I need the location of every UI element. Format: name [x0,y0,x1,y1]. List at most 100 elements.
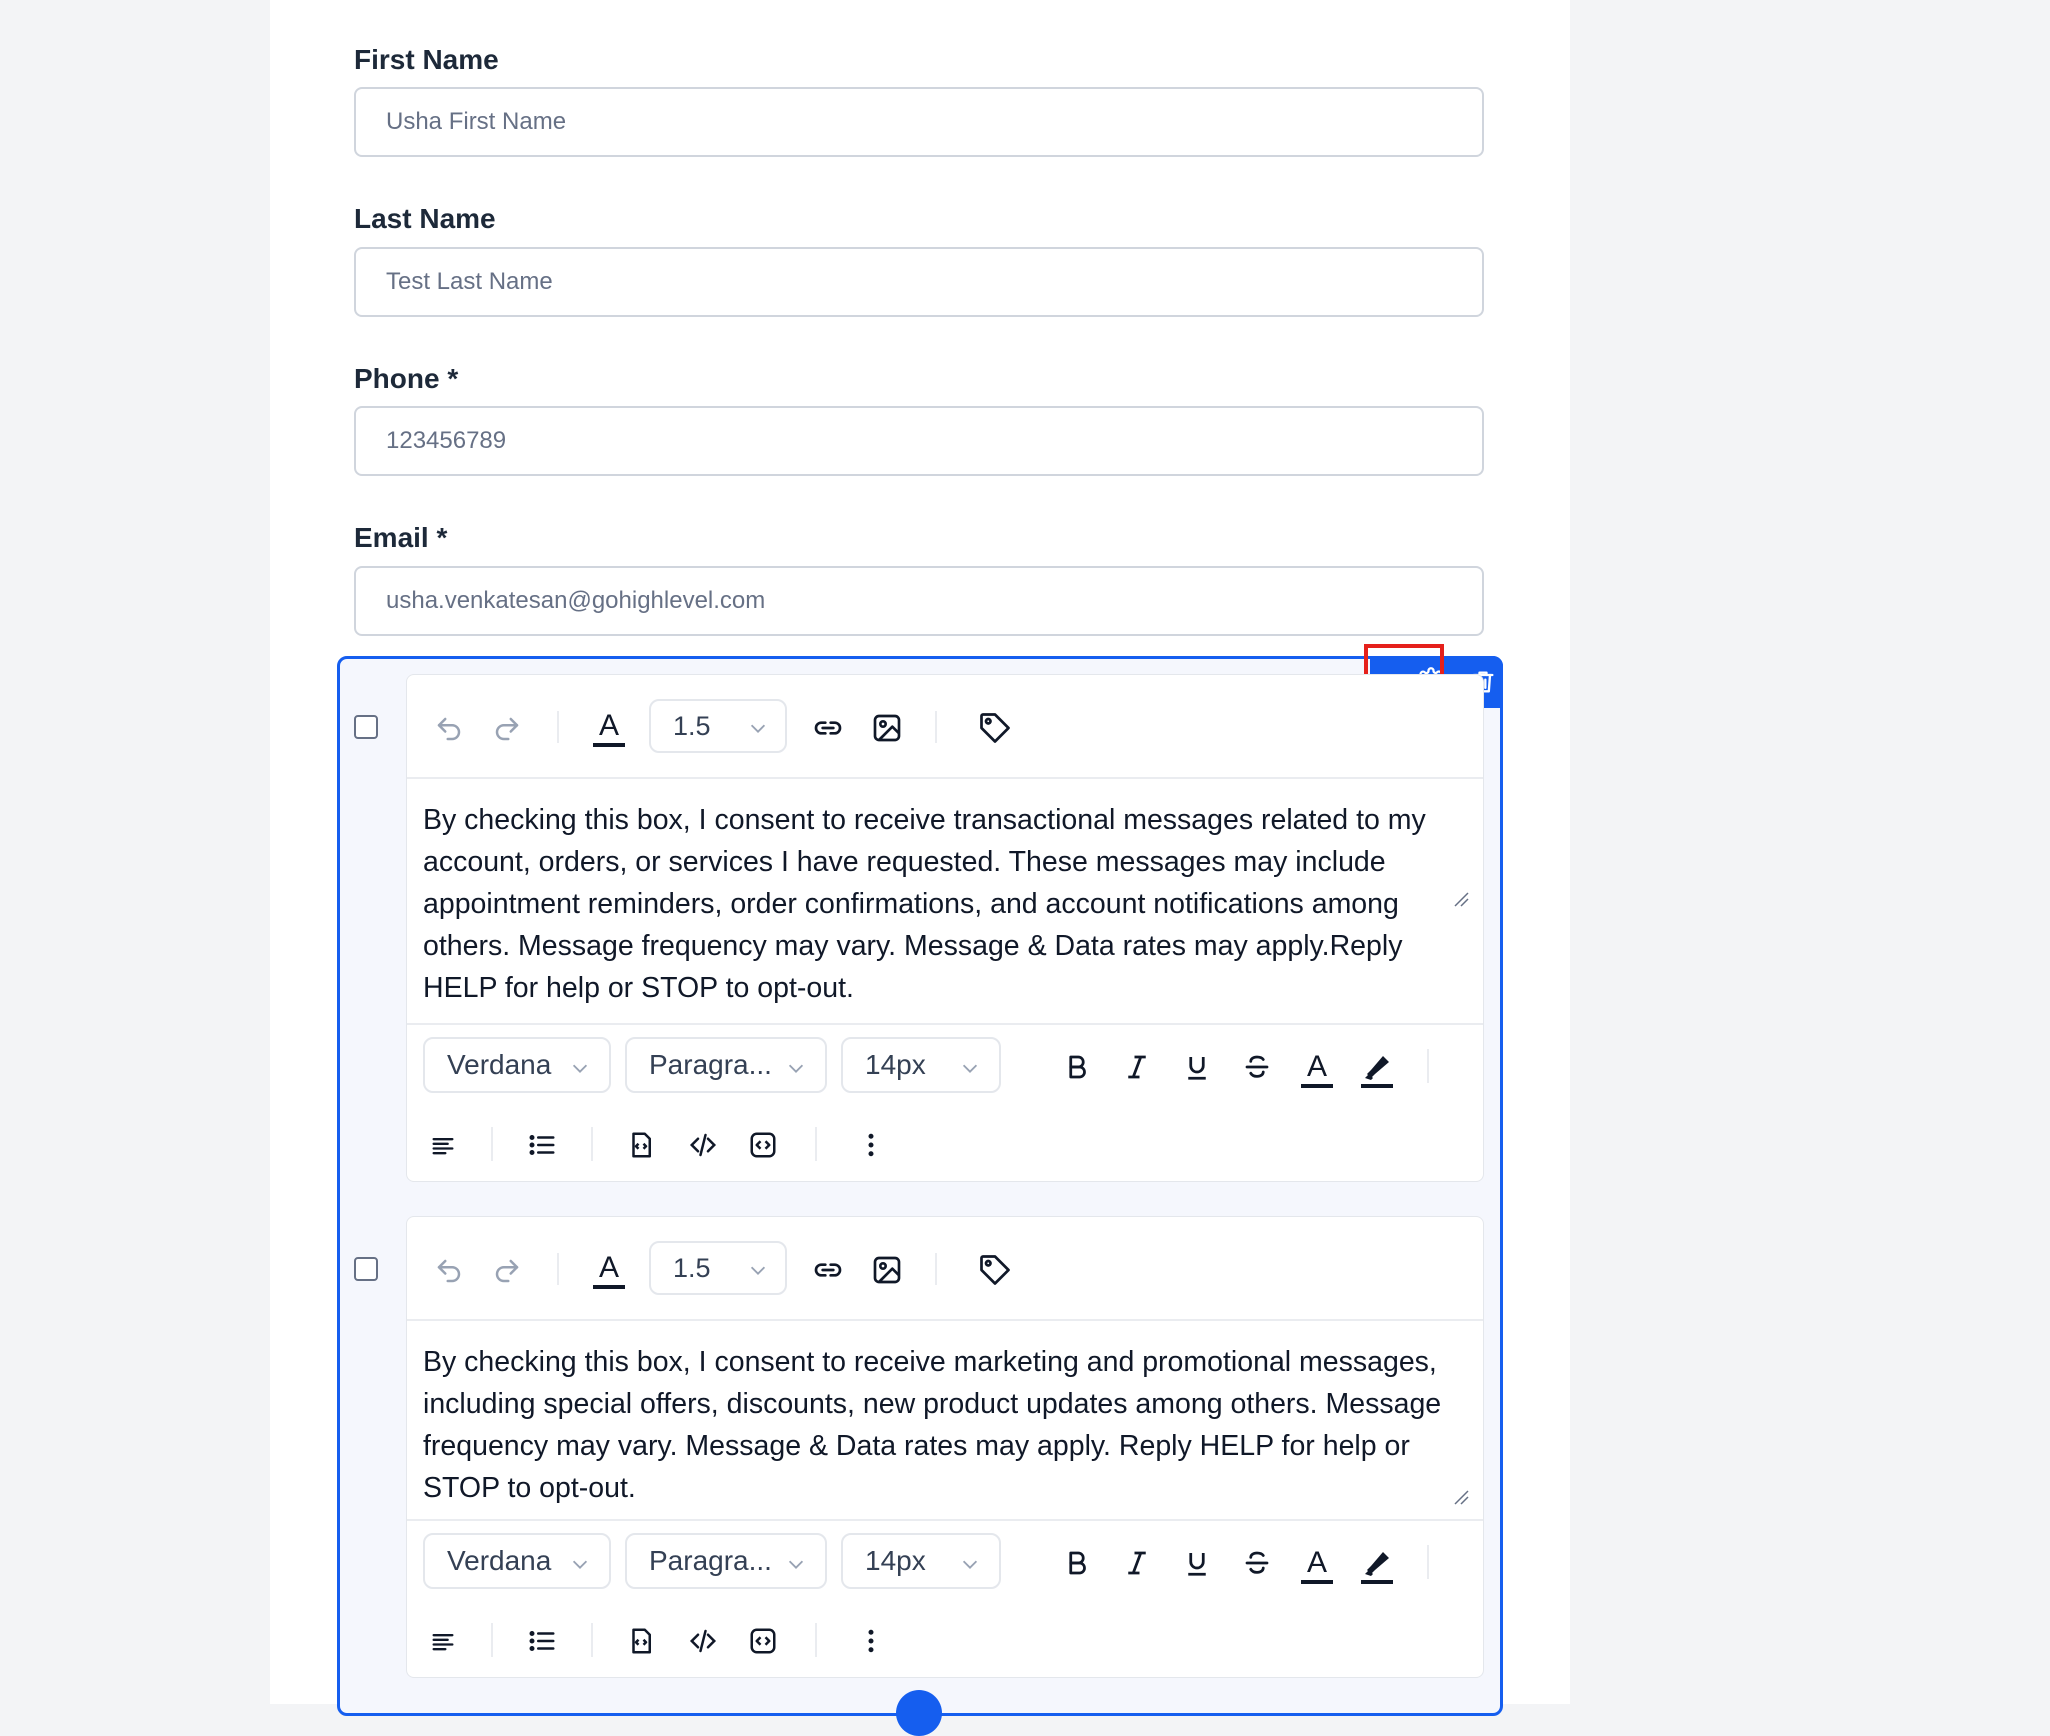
resize-handle-icon[interactable] [1453,891,1469,907]
font-size-select[interactable]: 14px [841,1037,1001,1093]
strikethrough-icon [1242,1052,1272,1082]
line-height-select[interactable]: 1.5 [649,1241,787,1295]
resize-handle-icon[interactable] [1453,1489,1469,1505]
chevron-down-icon [569,1553,591,1575]
strikethrough-button[interactable] [1237,1047,1277,1087]
align-button[interactable] [423,1125,463,1165]
toolbar-divider [935,1253,937,1285]
toolbar-divider [935,711,937,743]
highlight-color-button[interactable] [1357,1539,1397,1587]
insert-snippet-button[interactable] [621,1621,661,1661]
more-options-button[interactable] [851,1621,891,1661]
font-family-value: Verdana [447,1545,552,1576]
toolbar-divider [557,711,559,743]
italic-button[interactable] [1117,1543,1157,1583]
redo-icon [492,1256,522,1286]
highlighter-icon [1359,1044,1395,1090]
file-code-icon [626,1130,656,1160]
italic-button[interactable] [1117,1047,1157,1087]
tag-icon [977,710,1013,746]
tag-icon [977,1252,1013,1288]
last-name-input[interactable]: Test Last Name [354,247,1484,317]
chevron-down-icon [569,1057,591,1079]
font-color-button[interactable]: A [1297,1539,1337,1587]
text-color-button[interactable]: A [587,701,631,751]
italic-icon [1122,1052,1152,1082]
insert-link-button[interactable] [807,707,849,749]
chevron-down-icon [747,717,769,739]
add-element-handle[interactable] [896,1690,942,1736]
chevron-down-icon [959,1057,981,1079]
image-icon [871,1254,903,1286]
undo-button[interactable] [429,709,469,749]
toolbar-divider [491,1127,493,1161]
chevron-down-icon [959,1553,981,1575]
strikethrough-button[interactable] [1237,1543,1277,1583]
text-color-button[interactable]: A [587,1243,631,1293]
underline-button[interactable] [1177,1047,1217,1087]
text-color-icon: A [591,1245,627,1291]
consent-checkbox-2[interactable] [354,1257,378,1281]
code-square-icon [748,1626,778,1656]
custom-values-button[interactable] [972,1247,1018,1293]
more-vertical-icon [856,1626,886,1656]
font-family-select[interactable]: Verdana [423,1533,611,1589]
code-icon [688,1626,718,1656]
block-type-select[interactable]: Paragra... [625,1037,827,1093]
editor-content[interactable]: By checking this box, I consent to recei… [423,799,1473,1009]
font-size-value: 14px [865,1049,926,1080]
last-name-label: Last Name [354,203,496,234]
highlight-color-button[interactable] [1357,1043,1397,1091]
align-button[interactable] [423,1621,463,1661]
redo-button[interactable] [487,709,527,749]
bold-button[interactable] [1057,1047,1097,1087]
bullet-list-button[interactable] [522,1125,562,1165]
svg-text:A: A [599,709,619,742]
custom-values-button[interactable] [972,705,1018,751]
embed-code-button[interactable] [743,1125,783,1165]
insert-image-button[interactable] [866,1249,908,1291]
underline-icon [1182,1052,1212,1082]
code-view-button[interactable] [683,1125,723,1165]
font-color-button[interactable]: A [1297,1043,1337,1091]
font-family-select[interactable]: Verdana [423,1037,611,1093]
underline-button[interactable] [1177,1543,1217,1583]
redo-button[interactable] [487,1251,527,1291]
italic-icon [1122,1548,1152,1578]
svg-text:A: A [1307,1050,1327,1083]
more-options-button[interactable] [851,1125,891,1165]
insert-snippet-button[interactable] [621,1125,661,1165]
svg-text:A: A [1307,1546,1327,1579]
rich-text-editor-2: A 1.5 By checking this box, I consent to… [406,1216,1484,1678]
font-color-icon: A [1299,1044,1335,1090]
embed-code-button[interactable] [743,1621,783,1661]
email-label: Email * [354,522,448,553]
toolbar-divider [815,1127,817,1161]
toolbar-divider [591,1623,593,1657]
chevron-down-icon [747,1259,769,1281]
bullet-list-icon [527,1626,557,1656]
code-view-button[interactable] [683,1621,723,1661]
bold-button[interactable] [1057,1543,1097,1583]
bullet-list-button[interactable] [522,1621,562,1661]
email-input[interactable]: usha.venkatesan@gohighlevel.com [354,566,1484,636]
code-icon [688,1130,718,1160]
highlighter-icon [1359,1540,1395,1586]
font-size-select[interactable]: 14px [841,1533,1001,1589]
line-height-select[interactable]: 1.5 [649,699,787,753]
undo-button[interactable] [429,1251,469,1291]
consent-checkbox-1[interactable] [354,715,378,739]
block-type-select[interactable]: Paragra... [625,1533,827,1589]
align-left-icon [429,1627,457,1655]
underline-icon [1182,1548,1212,1578]
insert-image-button[interactable] [866,707,908,749]
insert-link-button[interactable] [807,1249,849,1291]
editor-content[interactable]: By checking this box, I consent to recei… [423,1341,1473,1509]
editor-bottom-toolbar: Verdana Paragra... 14px A [407,1023,1483,1183]
toolbar-divider [591,1127,593,1161]
line-height-value: 1.5 [673,1252,711,1283]
image-icon [871,712,903,744]
editor-top-toolbar: A 1.5 [407,1217,1483,1321]
phone-input[interactable]: 123456789 [354,406,1484,476]
first-name-input[interactable]: Usha First Name [354,87,1484,157]
